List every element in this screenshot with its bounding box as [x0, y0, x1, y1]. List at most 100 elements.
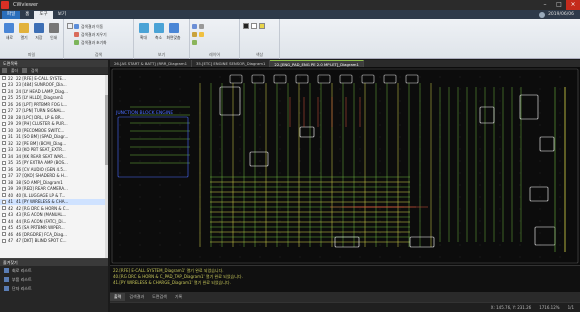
checkbox[interactable]	[2, 121, 6, 126]
list-item[interactable]: 35 35 [PY EXTRA AMP (BOS...	[0, 160, 108, 167]
color-white-icon[interactable]	[251, 23, 257, 29]
bookmark-item[interactable]: 단자 리스트	[0, 284, 108, 293]
search-reset-button[interactable]: 검색결과 초기화	[74, 39, 107, 46]
search-icon[interactable]	[22, 68, 27, 73]
checkbox[interactable]	[2, 199, 6, 204]
list-item[interactable]: 45 45 [SA PRTBMR WIPER...	[0, 225, 108, 232]
zoom-in-button[interactable]: 확대	[136, 21, 151, 49]
layer-button-2[interactable]	[192, 31, 199, 38]
checkbox[interactable]	[2, 173, 6, 178]
list-item[interactable]: 37 37 [QKO] SHADERD & H...	[0, 173, 108, 180]
checkbox[interactable]	[2, 232, 6, 237]
user-icon[interactable]	[539, 11, 546, 18]
list-item[interactable]: 42 42 [RG DRC & HORN & C...	[0, 205, 108, 212]
doc-tab[interactable]: 35.[ETC] ENGINE SENSOR_Diagram1	[192, 60, 271, 67]
checkbox[interactable]	[2, 167, 6, 172]
tab-home[interactable]: 홈	[20, 11, 34, 19]
list-item[interactable]: 31 31 [SO BM] (SPAD_Diagr...	[0, 134, 108, 141]
checkbox[interactable]	[2, 219, 6, 224]
checkbox[interactable]	[2, 154, 6, 159]
row-name: 32 [PE BM] (BCM)_Diag...	[16, 140, 67, 146]
checkbox[interactable]	[2, 193, 6, 198]
bookmark-item[interactable]: 회로 리스트	[0, 266, 108, 275]
checkbox[interactable]	[2, 238, 6, 243]
close-button[interactable]: ×	[566, 0, 580, 10]
folder-icon[interactable]	[2, 68, 7, 73]
list-item[interactable]: 26 26 [LPT] PRTBMR FOG L...	[0, 101, 108, 108]
list-item[interactable]: 24 24 [LY HEAD LAMP_Diag...	[0, 88, 108, 95]
output-tab[interactable]: 검색결과	[125, 293, 148, 301]
checkbox[interactable]	[2, 206, 6, 211]
output-tab[interactable]: 출력	[110, 293, 126, 301]
list-item[interactable]: 23 23 [484] SUNROOF_Dia...	[0, 82, 108, 89]
bookmark-item[interactable]: 부품 리스트	[0, 275, 108, 284]
checkbox[interactable]	[2, 82, 6, 87]
fit-button[interactable]: 화면맞춤	[166, 21, 181, 49]
output-tab[interactable]: 기록	[171, 293, 186, 301]
zoom-out-button[interactable]: 축소	[151, 21, 166, 49]
checkbox[interactable]	[2, 225, 6, 230]
checkbox[interactable]	[2, 76, 6, 81]
search-move-button[interactable]: 검색결과 이동	[74, 23, 107, 30]
list-item[interactable]: 32 32 [PE BM] (BCM)_Diag...	[0, 140, 108, 147]
tab-tools[interactable]: 도구	[34, 11, 53, 19]
list-item[interactable]: 41 41 [PY WIRELESS & CHA...	[0, 198, 108, 205]
checkbox[interactable]	[2, 102, 6, 107]
layer-button-4[interactable]	[199, 23, 206, 30]
checkbox[interactable]	[2, 141, 6, 146]
checkbox[interactable]	[2, 160, 6, 165]
search-box-icon[interactable]	[67, 23, 73, 29]
list-item[interactable]: 39 39 [RED] REAR CAMERA...	[0, 186, 108, 193]
checkbox[interactable]	[2, 186, 6, 191]
layer-button-3[interactable]	[192, 39, 199, 46]
list-item[interactable]: 30 30 [PECOMBOE SWITC...	[0, 127, 108, 134]
color-black-icon[interactable]	[243, 23, 249, 29]
minimize-button[interactable]: –	[538, 0, 552, 10]
layer-button-1[interactable]	[192, 23, 199, 30]
search-clear-button[interactable]: 검색결과 지우기	[74, 31, 107, 38]
open-button[interactable]: 열기	[17, 21, 32, 49]
arrow-icon	[74, 24, 79, 29]
tab-file[interactable]: 파일	[2, 11, 21, 19]
save-button[interactable]: 저장	[32, 21, 47, 49]
checkbox[interactable]	[2, 108, 6, 113]
checkbox[interactable]	[2, 212, 6, 217]
checkbox[interactable]	[2, 95, 6, 100]
list-item[interactable]: 27 27 [LPN] TURN SIGNAL...	[0, 108, 108, 115]
list-item[interactable]: 25 25 [LY HLLD]_Diagram1	[0, 95, 108, 102]
status-bar: X: 145.76, Y: 231.26 1716.12% 1/1	[110, 302, 580, 312]
print-button[interactable]: 인쇄	[46, 21, 61, 49]
list-item[interactable]: 28 28 [LPC] DRL, LP & BR...	[0, 114, 108, 121]
layer-button-5[interactable]	[199, 31, 206, 38]
checkbox[interactable]	[2, 115, 6, 120]
list-item[interactable]: 38 38 [SO AMP]_Diagram1	[0, 179, 108, 186]
maximize-button[interactable]: □	[552, 0, 566, 10]
list-item[interactable]: 22 22 [RFE] E-CALL SYSTE...	[0, 75, 108, 82]
list-item[interactable]: 29 29 [PH] CLUSTER & PUR...	[0, 121, 108, 128]
output-tab[interactable]: 도면검색	[148, 293, 171, 301]
list-item[interactable]: 40 40 [IL LUGGAGE LP & T...	[0, 192, 108, 199]
checkbox[interactable]	[2, 180, 6, 185]
toolbar-folder[interactable]: 폴더	[11, 68, 18, 74]
new-button[interactable]: 새로	[2, 21, 17, 49]
checkbox[interactable]	[2, 89, 6, 94]
toolbar-search[interactable]: 검색	[31, 68, 38, 74]
list-item[interactable]: 34 34 [KK REAR SEAT WAR...	[0, 153, 108, 160]
checkbox[interactable]	[2, 134, 6, 139]
row-number: 26	[8, 101, 14, 107]
doc-tab-active[interactable]: 22.[ENG_PAD_ENG PE 2.0 MPI-ET]_Diagram1	[270, 60, 364, 67]
wiring-diagram-canvas[interactable]: JUNCTION BLOCK ENGINE	[110, 67, 580, 265]
list-item[interactable]: 43 43 [RG ACON (MANUAL...	[0, 212, 108, 219]
tab-view[interactable]: 보기	[53, 11, 71, 19]
list-item[interactable]: 36 36 [CV AUDIO (GEN 4.5...	[0, 166, 108, 173]
list-item[interactable]: 33 33 [KO PBT SEAT_EXTR...	[0, 147, 108, 154]
list-item[interactable]: 44 44 [RG ACON (FATC)_Di...	[0, 218, 108, 225]
doc-tab[interactable]: 26.[AS START & BATT] (RRR_Diagram1	[110, 60, 193, 67]
color-yellow-icon[interactable]	[259, 23, 265, 29]
checkbox[interactable]	[2, 128, 6, 133]
output-panel: 22.[RFE] E-CALL SYSTEM_Diagram1' 열기 완료 되…	[110, 265, 580, 292]
scrollbar-thumb[interactable]	[105, 95, 108, 165]
checkbox[interactable]	[2, 147, 6, 152]
list-item[interactable]: 47 47 [DKT] BLIND SPOT C...	[0, 238, 108, 245]
list-item[interactable]: 46 46 [DRGDRE] FCA_Diag...	[0, 231, 108, 238]
